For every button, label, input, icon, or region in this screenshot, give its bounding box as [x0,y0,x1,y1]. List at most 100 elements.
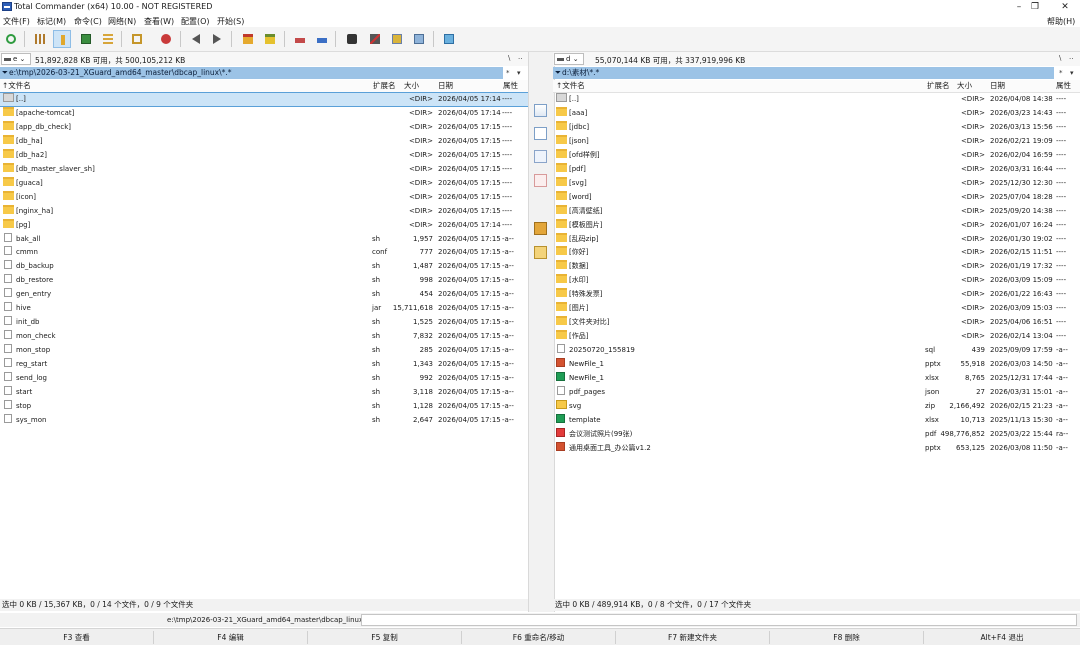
brief-view-icon[interactable] [31,30,49,48]
file-row[interactable]: [pdf] <DIR> 2026/03/31 16:44 ---- [553,162,1080,176]
f6-move-button[interactable]: F6 重命名/移动 [462,631,616,644]
menu-file[interactable]: 文件(F) [3,16,30,27]
menu-start[interactable]: 开始(S) [217,16,244,27]
file-row[interactable]: [高清壁纸] <DIR> 2025/09/20 14:38 ---- [553,204,1080,218]
right-hotlist-icon[interactable]: ▾ [1070,69,1074,77]
file-row[interactable]: mon_check sh 7,832 2026/04/05 17:15 -a-- [0,330,528,343]
menu-help[interactable]: 帮助(H) [1047,16,1075,27]
file-row[interactable]: gen_entry sh 454 2026/04/05 17:15 -a-- [0,288,528,301]
left-drive-select[interactable]: e ⌄ [1,53,31,65]
menu-net[interactable]: 网络(N) [108,16,136,27]
right-col-size[interactable]: 大小 [957,80,972,92]
f7-mkdir-button[interactable]: F7 新建文件夹 [616,631,770,644]
archive-icon[interactable] [534,222,547,235]
file-row[interactable]: [db_ha] <DIR> 2026/04/05 17:15 ---- [0,134,528,148]
file-row[interactable]: [jdbc] <DIR> 2026/03/13 15:56 ---- [553,120,1080,134]
right-path-bar[interactable]: ⏷d:\素材\*.* [553,67,1054,79]
file-row[interactable]: [你好] <DIR> 2026/02/15 11:51 ---- [553,246,1080,259]
left-path-bar[interactable]: ⏷e:\tmp\2026-03-21_XGuard_amd64_master\d… [0,67,503,79]
file-row[interactable]: [乱码zip] <DIR> 2026/01/30 19:02 ---- [553,232,1080,246]
file-row[interactable]: [作品] <DIR> 2026/02/14 13:04 ---- [553,330,1080,343]
file-row[interactable]: [模板图片] <DIR> 2026/01/07 16:24 ---- [553,218,1080,232]
file-row[interactable]: db_backup sh 1,487 2026/04/05 17:15 -a-- [0,260,528,273]
file-row[interactable]: send_log sh 992 2026/04/05 17:15 -a-- [0,372,528,385]
file-row[interactable]: db_restore sh 998 2026/04/05 17:15 -a-- [0,274,528,287]
left-col-size[interactable]: 大小 [404,80,419,92]
file-row[interactable]: [guaca] <DIR> 2026/04/05 17:15 ---- [0,176,528,190]
left-filter-star[interactable]: * [506,69,510,77]
file-row[interactable]: [..] <DIR> 2026/04/05 17:14 ---- [0,92,529,107]
menu-commands[interactable]: 命令(C) [74,16,102,27]
unpack-icon[interactable] [261,30,279,48]
history-icon[interactable]: ⏷ [555,67,561,79]
file-row[interactable]: cmmn conf 777 2026/04/05 17:15 -a-- [0,246,528,259]
thumbnail-view-icon[interactable] [77,30,95,48]
file-row[interactable]: start sh 3,118 2026/04/05 17:15 -a-- [0,385,528,399]
file-row[interactable]: 20250720_155819 sql 439 2025/09/09 17:59 -a-… [553,344,1080,357]
left-up-button[interactable]: .. [518,53,522,61]
altf4-exit-button[interactable]: Alt+F4 退出 [924,631,1080,644]
back-icon[interactable] [188,30,206,48]
file-row[interactable]: [db_master_slaver_sh] <DIR> 2026/04/05 17:… [0,162,528,176]
file-row[interactable]: [pg] <DIR> 2026/04/05 17:14 ---- [0,218,528,232]
copy-names-icon[interactable] [534,104,547,117]
file-row[interactable]: hive jar 15,711,618 2026/04/05 17:15 -a-- [0,302,528,315]
command-input[interactable] [361,614,1077,626]
file-row[interactable]: [svg] <DIR> 2025/12/30 12:30 ---- [553,176,1080,190]
multi-rename-icon[interactable] [366,30,384,48]
right-col-ext[interactable]: 扩展名 [927,80,950,92]
file-row[interactable]: [..] <DIR> 2026/04/08 14:38 ---- [553,93,1080,106]
menu-view[interactable]: 查看(W) [144,16,174,27]
file-row[interactable]: [水印] <DIR> 2026/03/09 15:09 ---- [553,274,1080,287]
left-col-ext[interactable]: 扩展名 [373,80,396,92]
maximize-button[interactable]: ❐ [1024,1,1046,13]
left-col-date[interactable]: 日期 [438,80,453,92]
f3-view-button[interactable]: F3 查看 [0,631,154,644]
sync-dirs-icon[interactable] [388,30,406,48]
file-row[interactable]: [icon] <DIR> 2026/04/05 17:15 ---- [0,190,528,204]
ftp-icon[interactable] [291,30,309,48]
delete-icon[interactable] [534,174,547,187]
file-row[interactable]: mon_stop sh 285 2026/04/05 17:15 -a-- [0,344,528,357]
file-row[interactable]: init_db sh 1,525 2026/04/05 17:15 -a-- [0,316,528,329]
file-row[interactable]: 通用桌面工具_办公篇v1.2 pptx 653,125 2026/03/08 11:5… [553,441,1080,455]
search-icon[interactable] [534,127,547,140]
file-row[interactable]: template xlsx 10,713 2025/11/13 15:30 -a-- [553,413,1080,427]
right-filter-star[interactable]: * [1059,69,1063,77]
file-row[interactable]: NewFile_1 pptx 55,918 2026/03/03 14:50 -a-- [553,358,1080,371]
view-icon[interactable] [410,30,428,48]
right-up-button[interactable]: .. [1069,53,1073,61]
left-root-button[interactable]: \ [508,54,510,62]
left-hotlist-icon[interactable]: ▾ [517,69,521,77]
left-col-name[interactable]: ↑文件名 [2,80,31,92]
find-icon[interactable] [343,30,361,48]
file-row[interactable]: [文件夹对比] <DIR> 2025/04/06 16:51 ---- [553,316,1080,329]
file-row[interactable]: [json] <DIR> 2026/02/21 19:09 ---- [553,134,1080,148]
file-row[interactable]: svg zip 2,166,492 2026/02/15 21:23 -a-- [553,399,1080,413]
file-row[interactable]: NewFile_1 xlsx 8,765 2025/12/31 17:44 -a-- [553,372,1080,385]
close-button[interactable]: ✕ [1054,1,1076,13]
tree-view-icon[interactable] [99,30,117,48]
right-drive-select[interactable]: d ⌄ [554,53,584,65]
file-row[interactable]: [nginx_ha] <DIR> 2026/04/05 17:15 ---- [0,204,528,218]
file-row[interactable]: [图片] <DIR> 2026/03/09 15:03 ---- [553,302,1080,315]
file-row[interactable]: sys_mon sh 2,647 2026/04/05 17:15 -a-- [0,413,528,427]
compare-icon[interactable] [157,30,175,48]
left-col-attr[interactable]: 属性 [503,80,518,92]
f5-copy-button[interactable]: F5 复制 [308,631,462,644]
notepad-icon[interactable] [440,30,458,48]
file-row[interactable]: [数据] <DIR> 2026/01/19 17:32 ---- [553,260,1080,273]
invert-selection-icon[interactable] [128,30,146,48]
menu-mark[interactable]: 标记(M) [37,16,66,27]
f4-edit-button[interactable]: F4 编辑 [154,631,308,644]
pack-icon[interactable] [239,30,257,48]
detailed-view-icon[interactable] [53,30,71,48]
refresh-icon[interactable] [2,30,20,48]
menu-configuration[interactable]: 配置(O) [181,16,210,27]
f8-delete-button[interactable]: F8 删除 [770,631,924,644]
file-row[interactable]: [ofd样例] <DIR> 2026/02/04 16:59 ---- [553,148,1080,162]
file-row[interactable]: [db_ha2] <DIR> 2026/04/05 17:15 ---- [0,148,528,162]
file-row[interactable]: [aaa] <DIR> 2026/03/23 14:43 ---- [553,106,1080,120]
url-icon[interactable] [313,30,331,48]
history-icon[interactable]: ⏷ [2,67,8,79]
